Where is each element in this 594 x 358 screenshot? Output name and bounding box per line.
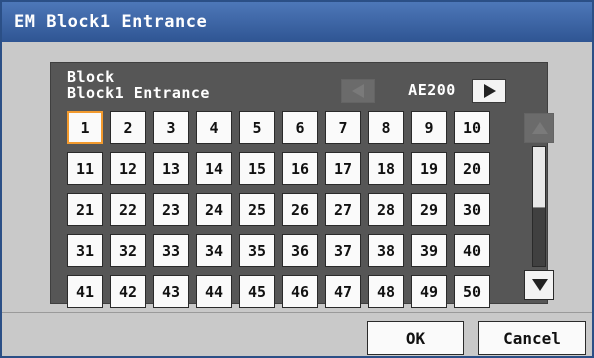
unit-button[interactable]: 3 [153,111,189,144]
unit-button[interactable]: 37 [325,234,361,267]
unit-button[interactable]: 40 [454,234,490,267]
unit-button[interactable]: 42 [110,275,146,308]
unit-button[interactable]: 1 [67,111,103,144]
unit-button[interactable]: 8 [368,111,404,144]
previous-controller-button[interactable] [341,79,375,103]
unit-button[interactable]: 11 [67,152,103,185]
unit-button[interactable]: 41 [67,275,103,308]
up-arrow-icon [532,122,548,134]
unit-button[interactable]: 31 [67,234,103,267]
unit-button[interactable]: 10 [454,111,490,144]
unit-button[interactable]: 30 [454,193,490,226]
unit-button[interactable]: 4 [196,111,232,144]
unit-button[interactable]: 27 [325,193,361,226]
scrollbar-track[interactable] [532,146,546,267]
unit-button[interactable]: 21 [67,193,103,226]
dialog-footer: OK Cancel [2,312,592,357]
dialog-window: EM Block1 Entrance Block Block1 Entrance… [0,0,594,358]
scroll-down-button[interactable] [524,270,554,300]
unit-button[interactable]: 26 [282,193,318,226]
unit-button[interactable]: 32 [110,234,146,267]
unit-button[interactable]: 15 [239,152,275,185]
unit-button[interactable]: 35 [239,234,275,267]
unit-button[interactable]: 43 [153,275,189,308]
unit-button[interactable]: 20 [454,152,490,185]
unit-button[interactable]: 29 [411,193,447,226]
scrollbar-thumb[interactable] [533,147,545,208]
unit-button[interactable]: 48 [368,275,404,308]
left-arrow-icon [352,84,364,98]
unit-button[interactable]: 16 [282,152,318,185]
dialog-title: EM Block1 Entrance [2,2,592,42]
unit-button[interactable]: 14 [196,152,232,185]
unit-button[interactable]: 25 [239,193,275,226]
unit-button[interactable]: 38 [368,234,404,267]
block-label: Block Block1 Entrance [67,69,210,101]
unit-button[interactable]: 5 [239,111,275,144]
down-arrow-icon [532,279,548,291]
unit-button[interactable]: 34 [196,234,232,267]
unit-button[interactable]: 2 [110,111,146,144]
unit-button[interactable]: 13 [153,152,189,185]
unit-button[interactable]: 45 [239,275,275,308]
unit-button[interactable]: 24 [196,193,232,226]
unit-button[interactable]: 39 [411,234,447,267]
scroll-up-button[interactable] [524,113,554,143]
next-controller-button[interactable] [472,79,506,103]
unit-button[interactable]: 47 [325,275,361,308]
unit-button[interactable]: 18 [368,152,404,185]
unit-button[interactable]: 22 [110,193,146,226]
unit-button[interactable]: 12 [110,152,146,185]
unit-button[interactable]: 28 [368,193,404,226]
right-arrow-icon [484,84,496,98]
unit-button[interactable]: 6 [282,111,318,144]
cancel-button[interactable]: Cancel [478,321,586,355]
controller-name: AE200 [408,81,456,99]
unit-selection-panel: Block Block1 Entrance AE200 1 2 3 4 5 6 7 8 9 10 1… [50,62,554,308]
unit-button[interactable]: 44 [196,275,232,308]
unit-button[interactable]: 46 [282,275,318,308]
unit-button[interactable]: 33 [153,234,189,267]
unit-grid: 1 2 3 4 5 6 7 8 9 10 11 12 13 14 15 16 17 18 19 20 21 22 23 24 2… [67,111,490,308]
unit-button[interactable]: 9 [411,111,447,144]
unit-button[interactable]: 7 [325,111,361,144]
unit-button[interactable]: 36 [282,234,318,267]
ok-button[interactable]: OK [367,321,464,355]
block-name: Block1 Entrance [67,84,210,102]
block-caption: Block [67,68,115,86]
unit-button[interactable]: 19 [411,152,447,185]
unit-button[interactable]: 17 [325,152,361,185]
unit-button[interactable]: 49 [411,275,447,308]
unit-button[interactable]: 50 [454,275,490,308]
unit-button[interactable]: 23 [153,193,189,226]
